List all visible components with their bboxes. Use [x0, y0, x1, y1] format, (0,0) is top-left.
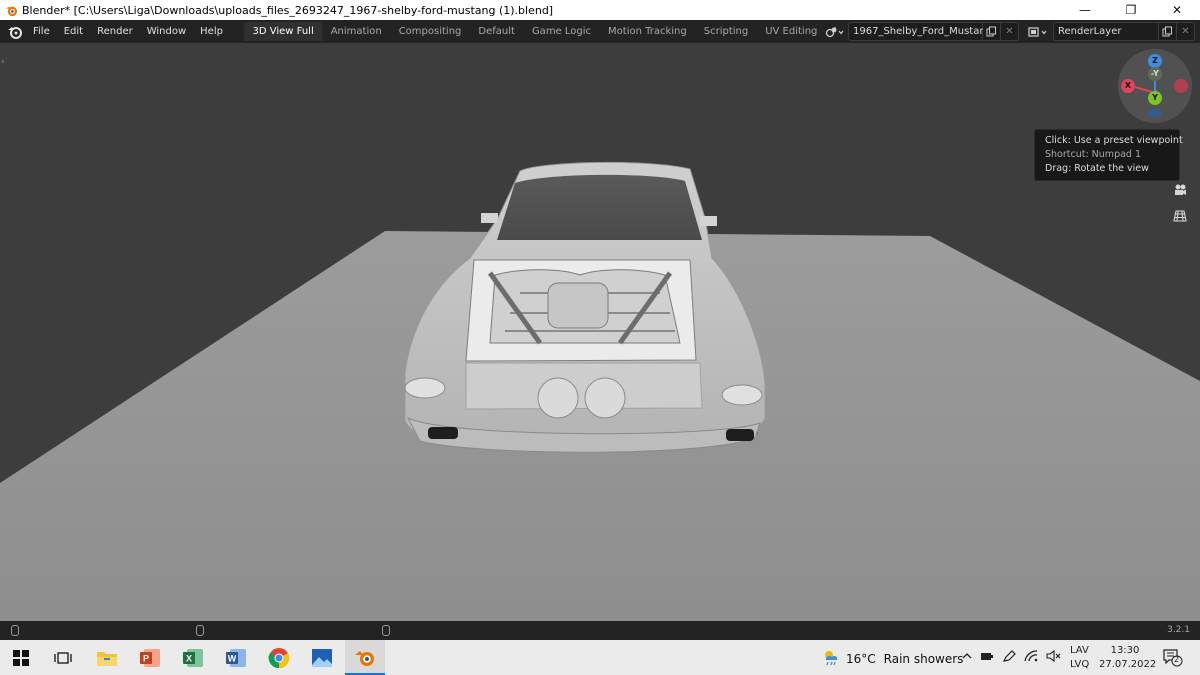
- chevron-up-icon[interactable]: [962, 650, 972, 665]
- blender-logo-icon: [4, 3, 18, 17]
- powerpoint-icon[interactable]: P: [137, 645, 163, 671]
- restore-button[interactable]: ❐: [1108, 0, 1154, 20]
- svg-text:P: P: [143, 654, 149, 664]
- viewpoint-tooltip: Click: Use a preset viewpoint Shortcut: …: [1034, 129, 1183, 181]
- notification-center-icon[interactable]: 2: [1163, 649, 1183, 667]
- mouse-middle-icon: [196, 625, 204, 636]
- blender-status-bar: 3.2.1: [0, 621, 1200, 640]
- input-language[interactable]: LAV LVQ: [1070, 644, 1089, 672]
- menu-render[interactable]: Render: [90, 20, 140, 43]
- gizmo-neg-z-axis[interactable]: [1148, 109, 1162, 117]
- gizmo-neg-x-axis[interactable]: [1174, 79, 1188, 93]
- tab-scripting[interactable]: Scripting: [695, 22, 756, 41]
- weather-widget[interactable]: 16°C Rain showers: [822, 648, 963, 669]
- gizmo-neg-y-axis[interactable]: -Y: [1148, 67, 1162, 81]
- view-layer-browse-icon[interactable]: [1023, 22, 1053, 41]
- tab-3d-view-full[interactable]: 3D View Full: [243, 22, 323, 41]
- system-clock[interactable]: 13:30 27.07.2022: [1099, 644, 1157, 672]
- windows-start-icon[interactable]: [8, 645, 34, 671]
- viewport-scene: [0, 161, 1200, 621]
- photos-icon[interactable]: [309, 645, 335, 671]
- blender-top-bar: File Edit Render Window Help 3D View Ful…: [0, 20, 1200, 43]
- tooltip-line-drag: Drag: Rotate the view: [1045, 163, 1149, 174]
- scene-name-field[interactable]: 1967_Shelby_Ford_Mustang: [848, 22, 992, 41]
- language-code: LAV: [1070, 645, 1089, 656]
- rain-cloud-icon: [822, 648, 840, 669]
- blender-menu-icon[interactable]: [4, 20, 26, 43]
- workspace-tabs: 3D View Full Animation Compositing Defau…: [243, 20, 836, 43]
- weather-temperature: 16°C: [846, 651, 876, 666]
- gizmo-z-axis[interactable]: Z: [1148, 54, 1162, 68]
- task-view-icon[interactable]: [50, 645, 76, 671]
- menu-edit[interactable]: Edit: [57, 20, 90, 43]
- window-title: Blender* [C:\Users\Liga\Downloads\upload…: [22, 3, 554, 17]
- tooltip-line-click: Click: Use a preset viewpoint: [1045, 135, 1183, 146]
- scene-browse-icon[interactable]: [822, 22, 848, 41]
- wifi-icon[interactable]: [1024, 650, 1038, 665]
- expand-toolbar-icon[interactable]: ›: [1, 57, 5, 67]
- menu-file[interactable]: File: [26, 20, 57, 43]
- tab-compositing[interactable]: Compositing: [390, 22, 470, 41]
- battery-icon[interactable]: [980, 650, 994, 665]
- menu-help[interactable]: Help: [193, 20, 230, 43]
- weather-condition: Rain showers: [883, 651, 964, 666]
- car-model: [404, 161, 766, 453]
- grid-view-icon[interactable]: [1170, 206, 1190, 226]
- delete-scene-icon[interactable]: ✕: [1001, 22, 1019, 41]
- tooltip-line-shortcut: Shortcut: Numpad 1: [1045, 149, 1142, 160]
- mouse-right-icon: [382, 625, 390, 636]
- mouse-left-icon: [11, 625, 19, 636]
- word-icon[interactable]: W: [223, 645, 249, 671]
- clock-date: 27.07.2022: [1099, 659, 1157, 670]
- blender-taskbar-icon[interactable]: [352, 645, 378, 671]
- scene-selector-area: 1967_Shelby_Ford_Mustang ✕ RenderLayer ✕: [822, 22, 1195, 41]
- excel-icon[interactable]: X: [180, 645, 206, 671]
- blender-version: 3.2.1: [1167, 625, 1190, 635]
- gizmo-y-axis[interactable]: Y: [1148, 91, 1162, 105]
- tab-motion-tracking[interactable]: Motion Tracking: [600, 22, 696, 41]
- navigation-gizmo[interactable]: Z -Y X Y: [1118, 49, 1192, 123]
- copy-view-layer-icon[interactable]: [1159, 22, 1177, 41]
- file-explorer-icon[interactable]: [94, 645, 120, 671]
- volume-muted-icon[interactable]: [1046, 649, 1062, 665]
- notification-badge: 2: [1174, 655, 1180, 664]
- keyboard-layout-code: LVQ: [1070, 659, 1090, 670]
- copy-scene-icon[interactable]: [983, 22, 1001, 41]
- tab-uv-editing[interactable]: UV Editing: [757, 22, 826, 41]
- menu-window[interactable]: Window: [140, 20, 193, 43]
- window-title-bar: Blender* [C:\Users\Liga\Downloads\upload…: [0, 0, 1200, 20]
- svg-text:W: W: [228, 654, 237, 664]
- pen-icon[interactable]: [1002, 650, 1016, 665]
- tab-animation[interactable]: Animation: [322, 22, 390, 41]
- tab-game-logic[interactable]: Game Logic: [523, 22, 599, 41]
- gizmo-x-axis[interactable]: X: [1121, 79, 1135, 93]
- close-button[interactable]: ✕: [1154, 0, 1200, 20]
- windows-taskbar: P X W 16°C Rain showers LAV LVQ 13:30 27…: [0, 640, 1200, 675]
- tab-default[interactable]: Default: [470, 22, 524, 41]
- delete-view-layer-icon[interactable]: ✕: [1177, 22, 1195, 41]
- chrome-icon[interactable]: [266, 645, 292, 671]
- view-layer-field[interactable]: RenderLayer: [1053, 22, 1159, 41]
- camera-view-icon[interactable]: [1170, 180, 1190, 200]
- svg-text:X: X: [186, 654, 192, 664]
- system-tray: [962, 649, 1062, 665]
- minimize-button[interactable]: —: [1062, 0, 1108, 20]
- 3d-viewport[interactable]: › Z -Y X Y Click: Use a preset viewpoint…: [0, 43, 1200, 621]
- clock-time: 13:30: [1110, 645, 1140, 656]
